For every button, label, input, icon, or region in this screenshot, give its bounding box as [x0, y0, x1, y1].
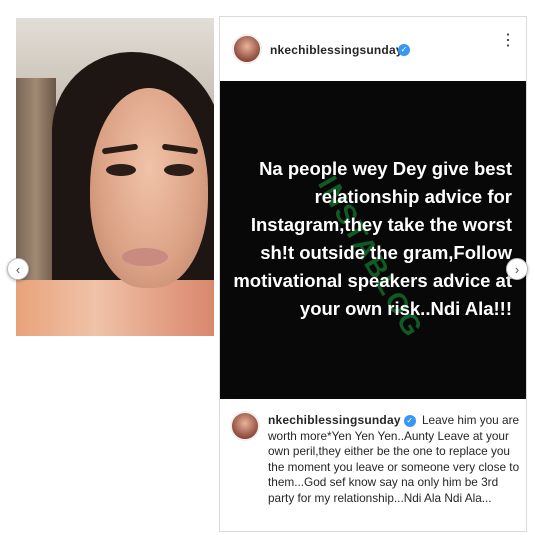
post-image-text: Na people wey Dey give best relationship…	[233, 158, 512, 319]
verified-badge-icon: ✓	[398, 44, 410, 56]
post-header: nkechiblessingsunday ✓ ⋮	[220, 17, 526, 73]
photo-shoulder	[16, 280, 214, 336]
comment-body: nkechiblessingsunday ✓ Leave him you are …	[268, 413, 520, 506]
profile-photo	[16, 18, 214, 336]
post-username[interactable]: nkechiblessingsunday	[270, 43, 403, 57]
post-image: INSTABLOG Na people wey Dey give best re…	[220, 81, 526, 399]
more-options-icon[interactable]: ⋮	[500, 33, 516, 49]
photo-lips	[122, 248, 168, 266]
comment-verified-badge-icon: ✓	[403, 415, 416, 427]
next-arrow-icon[interactable]: ›	[506, 258, 528, 280]
photo-left-eye	[106, 164, 136, 176]
photo-right-eye	[164, 164, 194, 176]
comment-avatar[interactable]	[230, 411, 260, 441]
comment-username[interactable]: nkechiblessingsunday	[268, 413, 401, 427]
avatar[interactable]	[232, 34, 262, 64]
previous-arrow-icon[interactable]: ‹	[7, 258, 29, 280]
caption-comment: nkechiblessingsunday ✓ Leave him you are …	[220, 399, 526, 531]
instagram-post: nkechiblessingsunday ✓ ⋮ INSTABLOG Na pe…	[219, 16, 527, 532]
